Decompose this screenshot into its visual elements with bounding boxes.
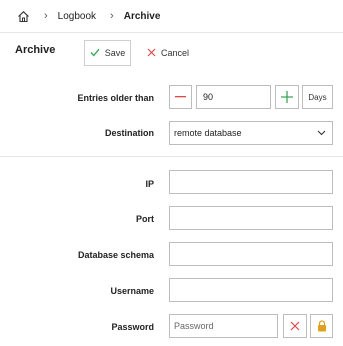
chevron-right-icon: › <box>44 10 48 22</box>
days-unit-button[interactable]: Days <box>302 85 333 109</box>
ip-input[interactable] <box>169 170 333 194</box>
check-icon <box>90 48 100 59</box>
page-title: Archive <box>15 44 56 56</box>
section-divider <box>0 156 343 157</box>
decrement-button[interactable] <box>169 85 192 109</box>
toolbar: Archive Save Cancel <box>0 33 343 73</box>
close-icon <box>147 48 156 59</box>
plus-icon <box>281 91 293 103</box>
chevron-down-icon <box>317 128 326 140</box>
cancel-label: Cancel <box>161 48 190 58</box>
port-input[interactable] <box>169 206 333 230</box>
increment-button[interactable] <box>275 85 299 109</box>
home-icon[interactable] <box>16 9 30 23</box>
destination-value: remote database <box>174 128 242 138</box>
clear-password-button[interactable] <box>283 314 307 338</box>
save-label: Save <box>104 48 126 58</box>
save-button[interactable]: Save <box>84 40 131 66</box>
database-schema-label: Database schema <box>77 250 154 260</box>
username-input[interactable] <box>169 278 333 302</box>
destination-label: Destination <box>104 128 154 138</box>
password-label: Password <box>111 322 154 332</box>
destination-select[interactable]: remote database <box>169 121 333 145</box>
username-label: Username <box>110 286 154 296</box>
ip-label: IP <box>145 179 154 189</box>
entries-older-than-value: 90 <box>203 92 214 102</box>
port-label: Port <box>136 214 154 224</box>
password-input[interactable]: Password <box>169 314 278 338</box>
breadcrumb-logbook[interactable]: Logbook <box>58 11 96 22</box>
cancel-button[interactable]: Cancel <box>147 40 189 66</box>
lock-button[interactable] <box>310 314 333 338</box>
entries-older-than-input[interactable]: 90 <box>196 85 271 109</box>
close-icon <box>290 321 300 331</box>
entries-older-than-label: Entries older than <box>77 93 154 103</box>
chevron-right-icon: › <box>110 10 114 22</box>
breadcrumb: › Logbook › Archive <box>0 0 343 32</box>
lock-icon <box>317 320 326 332</box>
breadcrumb-archive: Archive <box>123 10 161 22</box>
minus-icon <box>175 96 186 98</box>
database-schema-input[interactable] <box>169 242 333 266</box>
password-placeholder: Password <box>174 321 214 331</box>
